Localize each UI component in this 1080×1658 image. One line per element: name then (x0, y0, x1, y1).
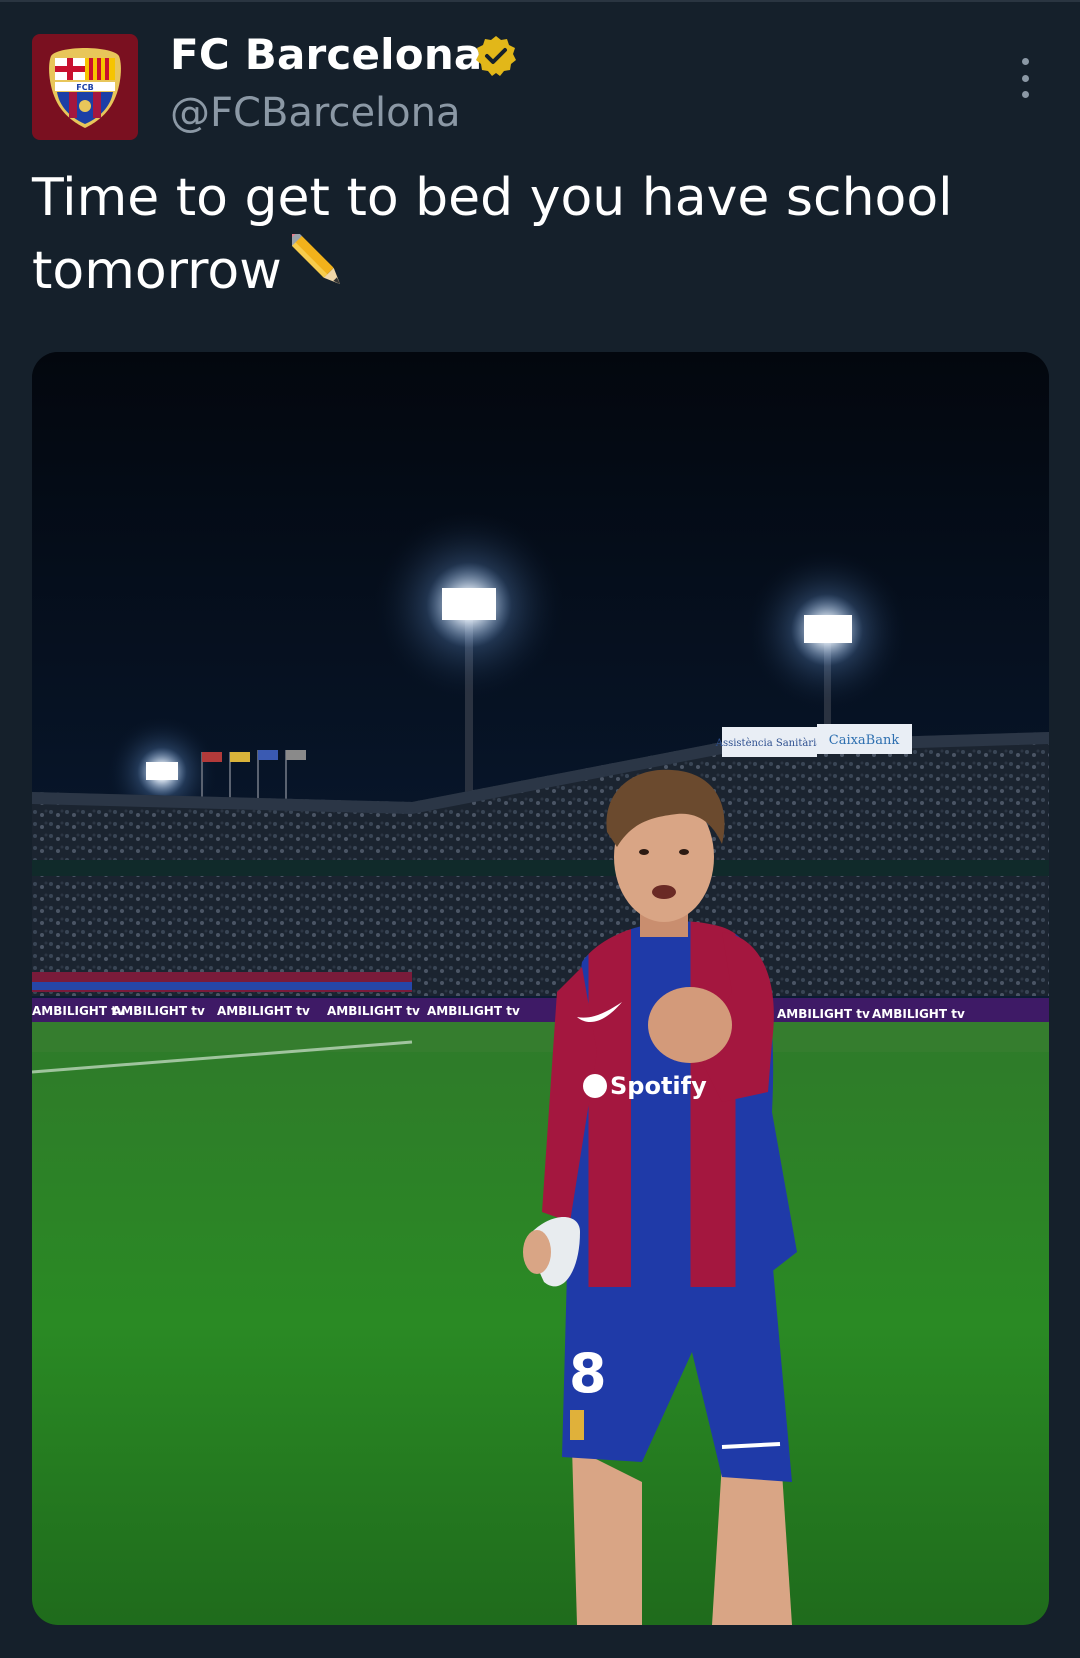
ad-board-text: AMBILIGHT tv (327, 1004, 420, 1018)
more-dot-icon (1021, 58, 1029, 65)
top-divider (0, 0, 1080, 2)
author-handle[interactable]: @FCBarcelona (170, 90, 461, 136)
stadium-photo-scene: Assistència Sanitària CaixaBank AMBILIGH… (32, 352, 1049, 1625)
ad-board-text: AMBILIGHT tv (217, 1004, 310, 1018)
shirt-number: 8 (569, 1342, 607, 1405)
ad-board-text: AMBILIGHT tv (777, 1007, 870, 1021)
ad-board-text: AMBILIGHT tv (112, 1004, 205, 1018)
pencil-emoji-icon (284, 228, 340, 285)
tweet-text: Time to get to bed you have school tomor… (32, 162, 992, 307)
author-name[interactable]: FC Barcelona (170, 30, 482, 79)
more-options-button[interactable] (1010, 58, 1040, 98)
ad-board-text: AMBILIGHT tv (427, 1004, 520, 1018)
sponsor-logo: Spotify (610, 1072, 707, 1100)
fcb-crest-icon: FCB (49, 48, 121, 128)
tweet-photo[interactable]: Assistència Sanitària CaixaBank AMBILIGH… (32, 352, 1049, 1625)
more-dot-icon (1021, 91, 1029, 98)
ad-board-text: AMBILIGHT tv (872, 1007, 965, 1021)
sign-right: CaixaBank (829, 733, 900, 748)
verified-badge-icon (476, 36, 516, 76)
tweet-text-body: Time to get to bed you have school tomor… (32, 168, 953, 301)
svg-text:FCB: FCB (76, 83, 93, 92)
ad-board-text: AMBILIGHT tv (32, 1004, 125, 1018)
more-dot-icon (1021, 74, 1029, 82)
sign-left: Assistència Sanitària (715, 738, 823, 749)
avatar[interactable]: FCB (32, 34, 138, 140)
